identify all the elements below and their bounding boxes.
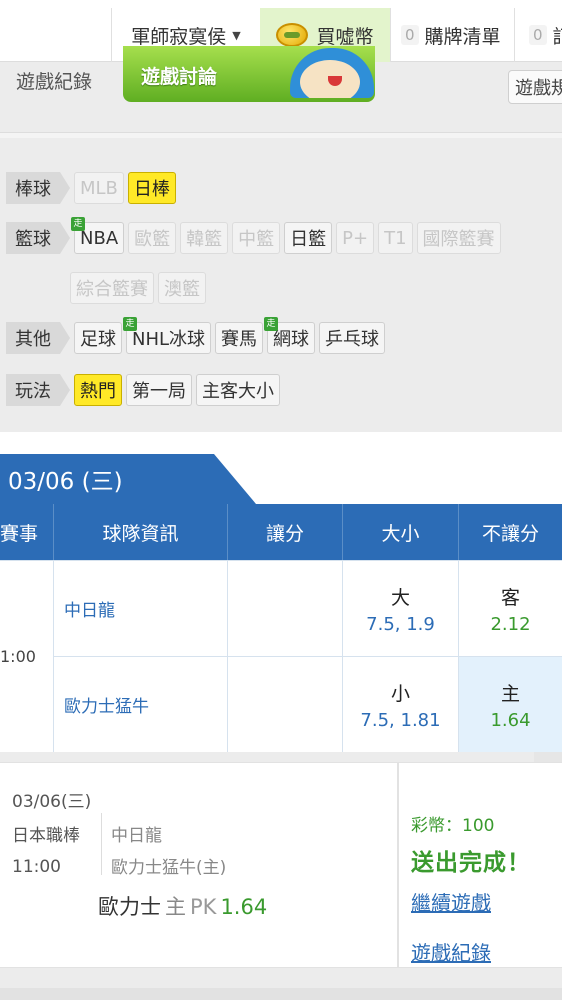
over-odds-cell[interactable]: 大 7.5, 1.9 bbox=[342, 560, 458, 656]
under-label: 小 bbox=[390, 682, 410, 705]
header-spread: 讓分 bbox=[227, 504, 342, 560]
chip-nba-label: NBA bbox=[80, 227, 119, 249]
chip-table-tennis[interactable]: 乒乓球 bbox=[319, 322, 386, 354]
continue-game-link[interactable]: 繼續遊戲 bbox=[411, 887, 491, 916]
category-baseball: 棒球 bbox=[6, 172, 70, 204]
filter-row-baseball: 棒球 MLB 日棒 bbox=[0, 172, 176, 204]
chip-combined-basketball[interactable]: 綜合籃賽 bbox=[70, 272, 154, 304]
filter-panel: 棒球 MLB 日棒 籃球 走 NBA 歐籃 韓籃 中籃 日籃 P+ T1 國際籃… bbox=[0, 138, 562, 426]
chip-japan-basketball[interactable]: 日籃 bbox=[284, 222, 333, 254]
ticket-card: 03/06(三) 日本職棒 11:00 中日龍 歐力士猛牛(主) 歐力士 主 P… bbox=[0, 762, 398, 968]
pick-team: 歐力士 bbox=[98, 895, 161, 919]
live-badge: 走 bbox=[264, 317, 279, 331]
home-spread-cell bbox=[227, 656, 342, 752]
result-panel: 彩幣：100 送出完成！ 繼續遊戲 遊戲紀錄 bbox=[398, 762, 562, 968]
header-total: 大小 bbox=[342, 504, 458, 560]
date-tab: 03/06 (三) bbox=[0, 454, 216, 504]
ticket-away-team: 中日龍 bbox=[111, 826, 162, 846]
category-other: 其他 bbox=[6, 322, 70, 354]
away-team: 中日龍 bbox=[53, 560, 227, 656]
chip-jpn-baseball[interactable]: 日棒 bbox=[127, 172, 176, 204]
over-label: 大 bbox=[390, 586, 410, 609]
filter-row-other: 其他 足球 走 NHL冰球 賽馬 走 網球 乒乓球 bbox=[0, 317, 386, 354]
ticket-home-team: 歐力士猛牛(主) bbox=[111, 858, 227, 878]
ticket-league: 日本職棒 bbox=[12, 826, 80, 846]
chip-euro-basketball[interactable]: 歐籃 bbox=[128, 222, 177, 254]
chip-aus-basketball[interactable]: 澳籃 bbox=[158, 272, 206, 304]
pick-side: 主 bbox=[165, 895, 186, 919]
game-discussion-label: 遊戲討論 bbox=[141, 66, 218, 88]
pick-type: PK bbox=[190, 895, 217, 919]
username: 軍師寂寞侯 bbox=[131, 25, 227, 48]
category-basketball: 籃球 bbox=[6, 222, 70, 254]
ticket-time: 11:00 bbox=[12, 857, 61, 877]
table-body: 1:00 中日龍 大 7.5, 1.9 客 2.12 歐力士猛牛 小 7.5, … bbox=[0, 560, 562, 752]
away-spread-cell bbox=[227, 560, 342, 656]
chip-nba[interactable]: 走 NBA bbox=[71, 217, 125, 254]
chip-intl-basketball[interactable]: 國際籃賽 bbox=[416, 222, 501, 254]
cart-list-button[interactable]: 0 購牌清單 bbox=[390, 8, 514, 62]
home-ml-cell[interactable]: 主 1.64 bbox=[458, 656, 562, 752]
header-moneyline: 不讓分 bbox=[458, 504, 562, 560]
home-team: 歐力士猛牛 bbox=[53, 656, 227, 752]
under-odds-cell[interactable]: 小 7.5, 1.81 bbox=[342, 656, 458, 752]
chip-first-inning[interactable]: 第一局 bbox=[126, 374, 192, 406]
away-ml-label: 客 bbox=[500, 586, 520, 609]
bottom-strip bbox=[0, 988, 562, 1000]
over-odds: 7.5, 1.9 bbox=[366, 613, 435, 635]
odds-table: 03/06 (三) 賽事 球隊資訊 讓分 大小 不讓分 1:00 中日龍 大 7… bbox=[0, 432, 562, 752]
order-button[interactable]: 0 訂 bbox=[514, 8, 562, 62]
chip-tennis[interactable]: 走 網球 bbox=[264, 317, 316, 354]
chip-horse-racing[interactable]: 賽馬 bbox=[215, 322, 264, 354]
filter-row-play: 玩法 熱門 第一局 主客大小 bbox=[0, 374, 280, 406]
live-badge: 走 bbox=[71, 217, 85, 231]
header-team-info: 球隊資訊 bbox=[53, 504, 227, 560]
chip-soccer[interactable]: 足球 bbox=[74, 322, 122, 354]
game-rules-button[interactable]: 遊戲規 bbox=[508, 70, 562, 104]
game-record-tab[interactable]: 遊戲紀錄 bbox=[0, 60, 108, 100]
game-record-link[interactable]: 遊戲紀錄 bbox=[411, 937, 491, 966]
cart-list-label: 購牌清單 bbox=[424, 25, 501, 48]
pick-odds: 1.64 bbox=[220, 895, 268, 919]
ticket-pick: 歐力士 主 PK 1.64 bbox=[98, 891, 267, 921]
chip-nhl-label: NHL冰球 bbox=[132, 329, 206, 350]
chip-china-basketball[interactable]: 中籃 bbox=[232, 222, 281, 254]
filter-row-basketball-2: 綜合籃賽 澳籃 bbox=[0, 272, 206, 304]
filter-row-basketball: 籃球 走 NBA 歐籃 韓籃 中籃 日籃 P+ T1 國際籃賽 bbox=[0, 217, 501, 254]
coins-amount: 彩幣：100 bbox=[411, 816, 495, 836]
ticket-date: 03/06(三) bbox=[12, 792, 92, 812]
under-odds: 7.5, 1.81 bbox=[360, 709, 441, 731]
chip-t1[interactable]: T1 bbox=[378, 222, 413, 254]
home-ml-odds: 1.64 bbox=[490, 709, 531, 731]
buy-coins-label: 買噓幣 bbox=[316, 25, 374, 48]
chip-home-away-total[interactable]: 主客大小 bbox=[196, 374, 280, 406]
chip-tennis-label: 網球 bbox=[273, 329, 310, 350]
order-label: 訂 bbox=[553, 22, 562, 49]
chip-korea-basketball[interactable]: 韓籃 bbox=[180, 222, 229, 254]
bet-receipt: 03/06(三) 日本職棒 11:00 中日龍 歐力士猛牛(主) 歐力士 主 P… bbox=[0, 752, 562, 1000]
table-header: 賽事 球隊資訊 讓分 大小 不讓分 bbox=[0, 504, 562, 560]
chip-nhl[interactable]: 走 NHL冰球 bbox=[123, 317, 212, 354]
category-play: 玩法 bbox=[6, 374, 70, 406]
chip-mlb[interactable]: MLB bbox=[74, 172, 124, 204]
chip-popular[interactable]: 熱門 bbox=[74, 374, 122, 406]
header-event: 賽事 bbox=[0, 522, 39, 545]
coin-icon bbox=[276, 23, 309, 47]
order-count-badge: 0 bbox=[529, 25, 547, 45]
home-ml-label: 主 bbox=[500, 682, 520, 705]
caret-down-icon: ▼ bbox=[232, 28, 241, 42]
ticket-divider bbox=[101, 813, 102, 875]
away-ml-cell[interactable]: 客 2.12 bbox=[458, 560, 562, 656]
away-ml-odds: 2.12 bbox=[490, 613, 531, 635]
live-badge: 走 bbox=[123, 317, 137, 331]
app-root: 軍師寂寞侯 ▼ 買噓幣 0 購牌清單 0 訂 遊戲紀錄 遊戲討論 遊戲規 棒球 … bbox=[0, 0, 562, 1000]
event-time: 1:00 bbox=[0, 647, 36, 666]
chip-p-plus[interactable]: P+ bbox=[336, 222, 375, 254]
cart-count-badge: 0 bbox=[401, 25, 419, 45]
submit-status: 送出完成！ bbox=[411, 850, 531, 876]
event-cell: 1:00 bbox=[0, 560, 53, 752]
